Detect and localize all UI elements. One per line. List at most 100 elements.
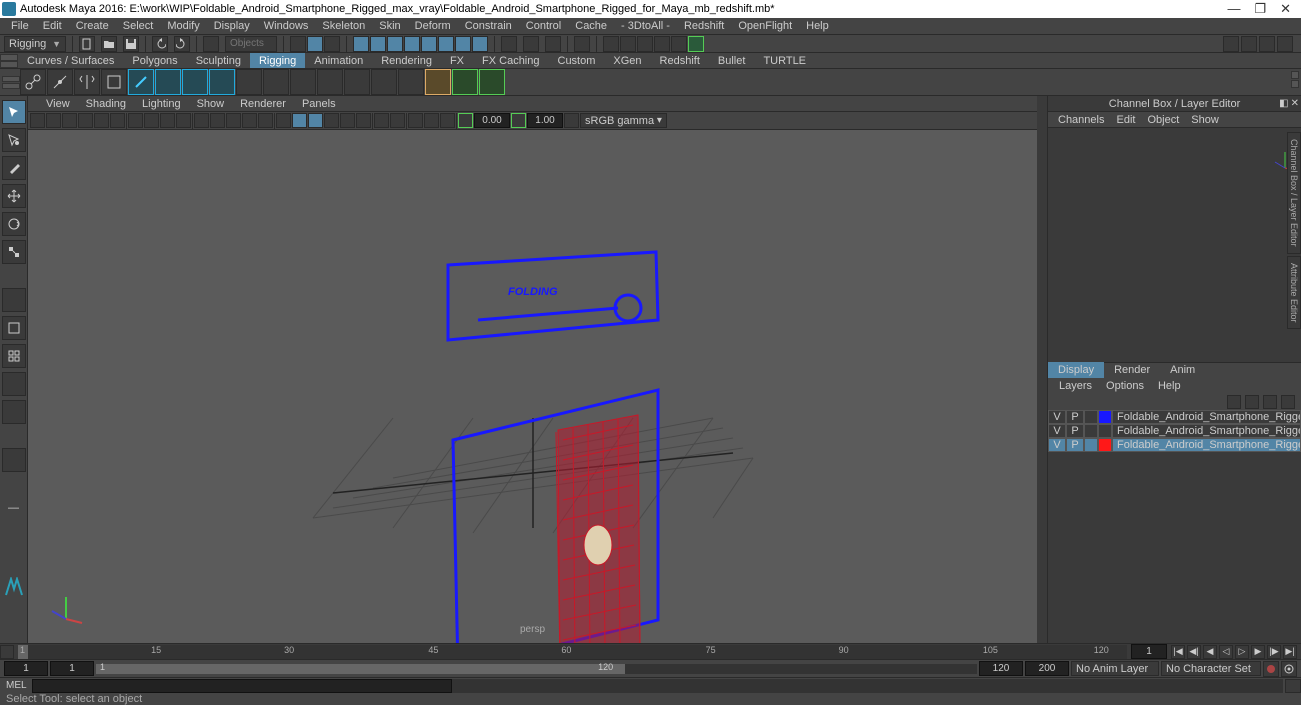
layer-new-empty-button[interactable] bbox=[1263, 395, 1277, 409]
construction-history-button[interactable] bbox=[574, 36, 590, 52]
layer-visibility-toggle[interactable]: V bbox=[1048, 424, 1066, 438]
render-settings-button[interactable] bbox=[637, 36, 653, 52]
layer-playback-toggle[interactable]: P bbox=[1066, 438, 1084, 452]
layer-row[interactable]: V P Foldable_Android_Smartphone_Rigged_b… bbox=[1048, 424, 1301, 438]
side-tab-attribute-editor[interactable]: Attribute Editor bbox=[1287, 256, 1301, 330]
select-tool[interactable] bbox=[2, 100, 26, 124]
menu-windows[interactable]: Windows bbox=[257, 19, 316, 33]
pt-viewport20[interactable] bbox=[408, 113, 423, 128]
command-input[interactable] bbox=[32, 679, 452, 693]
layer-type-toggle[interactable] bbox=[1084, 438, 1098, 452]
layer-row[interactable]: V P Foldable_Android_Smartphone_Rigged bbox=[1048, 438, 1301, 452]
menu-select[interactable]: Select bbox=[116, 19, 161, 33]
pt-expose[interactable] bbox=[390, 113, 405, 128]
layer-playback-toggle[interactable]: P bbox=[1066, 410, 1084, 424]
menu-3dtoall[interactable]: - 3DtoAll - bbox=[614, 19, 677, 33]
layer-color-swatch[interactable] bbox=[1098, 438, 1112, 452]
move-tool[interactable] bbox=[2, 184, 26, 208]
cb-menu-channels[interactable]: Channels bbox=[1052, 113, 1110, 127]
light-editor-button[interactable] bbox=[688, 36, 704, 52]
pt-shadows[interactable] bbox=[258, 113, 273, 128]
auto-key-button[interactable] bbox=[1263, 661, 1279, 677]
layer-menu-options[interactable]: Options bbox=[1099, 379, 1151, 393]
select-mode-button[interactable] bbox=[203, 36, 219, 52]
step-back-key-button[interactable]: ◀| bbox=[1187, 645, 1201, 659]
range-bar-inner[interactable] bbox=[96, 664, 625, 674]
layout-outliner[interactable] bbox=[2, 400, 26, 424]
shelf-tab-fx[interactable]: FX bbox=[441, 53, 473, 69]
menu-constrain[interactable]: Constrain bbox=[458, 19, 519, 33]
render-button[interactable] bbox=[603, 36, 619, 52]
step-back-button[interactable]: ◀ bbox=[1203, 645, 1217, 659]
shelf-paint-weights[interactable] bbox=[290, 69, 316, 95]
shelf-constraint-3[interactable] bbox=[479, 69, 505, 95]
shelf-tab-rendering[interactable]: Rendering bbox=[372, 53, 441, 69]
shelf-ik-sc[interactable] bbox=[182, 69, 208, 95]
layer-name[interactable]: Foldable_Android_Smartphone_Rigged_bones bbox=[1112, 424, 1301, 438]
pt-isolate[interactable] bbox=[276, 113, 291, 128]
step-forward-button[interactable]: ▶ bbox=[1251, 645, 1265, 659]
panel-menu-panels[interactable]: Panels bbox=[294, 97, 344, 111]
cb-menu-edit[interactable]: Edit bbox=[1110, 113, 1141, 127]
pt-renderer-dd[interactable] bbox=[440, 113, 455, 128]
gamma-field[interactable] bbox=[527, 113, 563, 128]
cb-menu-object[interactable]: Object bbox=[1141, 113, 1185, 127]
pt-grease[interactable] bbox=[110, 113, 125, 128]
undo-button[interactable] bbox=[152, 36, 168, 52]
pt-resolution-gate[interactable] bbox=[160, 113, 175, 128]
layer-color-swatch[interactable] bbox=[1098, 424, 1112, 438]
layer-row[interactable]: V P Foldable_Android_Smartphone_Rigged_c… bbox=[1048, 410, 1301, 424]
layer-tab-render[interactable]: Render bbox=[1104, 362, 1160, 378]
panel-menu-view[interactable]: View bbox=[38, 97, 78, 111]
pt-xray-joints[interactable] bbox=[308, 113, 323, 128]
open-scene-button[interactable] bbox=[101, 36, 117, 52]
close-button[interactable]: ✕ bbox=[1280, 1, 1291, 17]
account-button[interactable] bbox=[1223, 36, 1239, 52]
shelf-ik-rp[interactable] bbox=[209, 69, 235, 95]
panel-close-button[interactable]: ✕ bbox=[1291, 98, 1299, 109]
save-scene-button[interactable] bbox=[123, 36, 139, 52]
pt-dof[interactable] bbox=[374, 113, 389, 128]
layer-menu-layers[interactable]: Layers bbox=[1052, 379, 1099, 393]
layer-name[interactable]: Foldable_Android_Smartphone_Rigged bbox=[1112, 438, 1301, 452]
panel-menu-lighting[interactable]: Lighting bbox=[134, 97, 189, 111]
selection-search-input[interactable] bbox=[225, 36, 277, 52]
shelf-constraint-1[interactable] bbox=[425, 69, 451, 95]
rotate-tool[interactable] bbox=[2, 212, 26, 236]
pt-ao[interactable] bbox=[324, 113, 339, 128]
mask-surface-button[interactable] bbox=[404, 36, 420, 52]
mask-joint-button[interactable] bbox=[370, 36, 386, 52]
script-editor-button[interactable] bbox=[1285, 679, 1301, 693]
layer-new-selected-button[interactable] bbox=[1281, 395, 1295, 409]
playback-start-field[interactable] bbox=[50, 661, 94, 676]
layout-four[interactable] bbox=[2, 344, 26, 368]
go-to-end-button[interactable]: ▶| bbox=[1283, 645, 1297, 659]
mask-deformer-button[interactable] bbox=[421, 36, 437, 52]
mask-curve-button[interactable] bbox=[387, 36, 403, 52]
shelf-tab-fxcaching[interactable]: FX Caching bbox=[473, 53, 548, 69]
select-by-object-button[interactable] bbox=[307, 36, 323, 52]
shelf-mirror-joint[interactable] bbox=[74, 69, 100, 95]
hypershade-button[interactable] bbox=[654, 36, 670, 52]
menu-skin[interactable]: Skin bbox=[372, 19, 407, 33]
shelf-tab-bullet[interactable]: Bullet bbox=[709, 53, 755, 69]
pt-2d-pan[interactable] bbox=[94, 113, 109, 128]
layer-color-swatch[interactable] bbox=[1098, 410, 1112, 424]
time-slider-track[interactable]: 1 15 30 45 60 75 90 105 120 bbox=[18, 645, 1127, 659]
pt-grid[interactable] bbox=[128, 113, 143, 128]
layer-tab-anim[interactable]: Anim bbox=[1160, 362, 1205, 378]
ipr-render-button[interactable] bbox=[620, 36, 636, 52]
layer-visibility-toggle[interactable]: V bbox=[1048, 410, 1066, 424]
cb-menu-show[interactable]: Show bbox=[1185, 113, 1225, 127]
character-set-dropdown[interactable]: No Character Set bbox=[1161, 661, 1261, 676]
pt-wireframe[interactable] bbox=[194, 113, 209, 128]
redo-button[interactable] bbox=[174, 36, 190, 52]
last-tool[interactable] bbox=[2, 288, 26, 312]
menu-help[interactable]: Help bbox=[799, 19, 836, 33]
layout-two-side[interactable] bbox=[2, 372, 26, 396]
pt-lights[interactable] bbox=[242, 113, 257, 128]
pt-bookmark[interactable] bbox=[62, 113, 77, 128]
mask-render-button[interactable] bbox=[455, 36, 471, 52]
current-frame-field[interactable] bbox=[1131, 644, 1167, 659]
pt-select-camera[interactable] bbox=[30, 113, 45, 128]
